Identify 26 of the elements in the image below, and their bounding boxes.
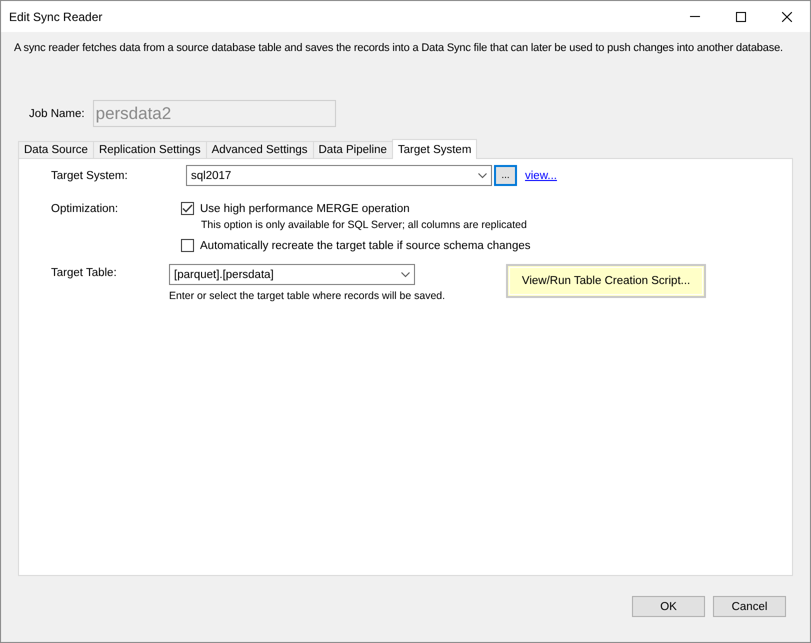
target-table-dropdown[interactable]: [parquet].[persdata]	[169, 264, 415, 285]
target-system-dropdown[interactable]: sql2017	[186, 165, 492, 186]
close-icon	[782, 12, 792, 22]
tab[interactable]: Target System	[392, 139, 478, 159]
checkbox[interactable]	[181, 239, 194, 252]
checkbox[interactable]	[181, 202, 194, 215]
script-button[interactable]: View/Run Table Creation Script...	[506, 264, 706, 298]
checkbox-label: Use high performance MERGE operation	[200, 202, 410, 214]
tab[interactable]: Data Source	[18, 141, 94, 159]
target-table-label: Target Table:	[51, 267, 118, 279]
job-name-label: Job Name:	[29, 108, 85, 120]
description-text: A sync reader fetches data from a source database table and saves the records into a Data Sync file that can later be used to push changes into another database.	[14, 42, 784, 54]
target-system-label: Target System:	[51, 170, 129, 182]
dialog-button[interactable]: Cancel	[713, 596, 786, 617]
optimization-label: Optimization:	[51, 202, 120, 214]
hint-text: Enter or select the target table where records will be saved.	[169, 290, 446, 302]
checkbox-label: Automatically recreate the target table if source schema changes	[200, 240, 530, 252]
window-title: Edit Sync Reader	[9, 10, 104, 24]
maximize-icon	[736, 12, 746, 22]
dialog-button[interactable]: OK	[632, 596, 705, 617]
view-link[interactable]: view...	[525, 170, 557, 182]
browse-button[interactable]: ...	[494, 165, 517, 186]
chevron-down-icon	[401, 272, 410, 278]
minimize-icon	[690, 16, 700, 17]
option-note: This option is only available for SQL Server; all columns are replicated	[201, 219, 528, 231]
chevron-down-icon	[478, 172, 487, 178]
